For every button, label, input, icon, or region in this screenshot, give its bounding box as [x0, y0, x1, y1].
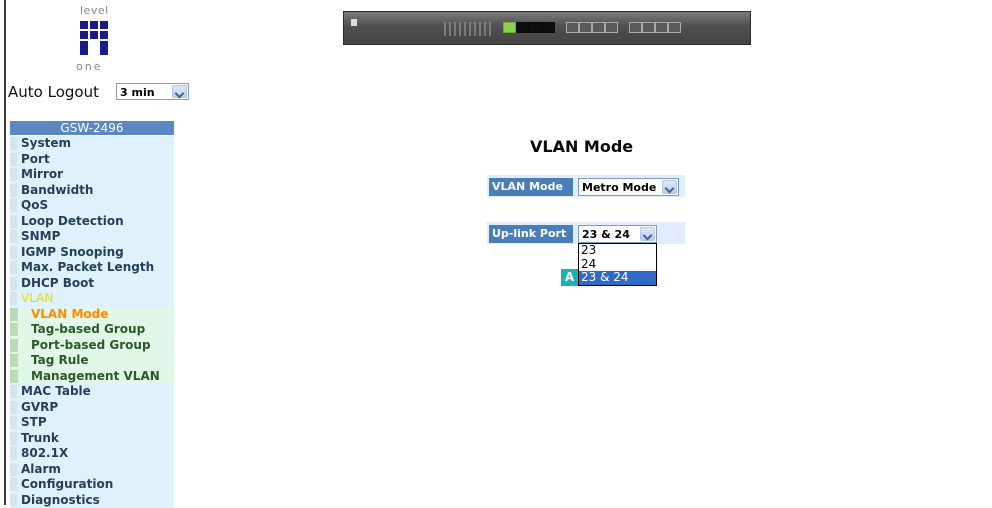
menu-item-stp[interactable]: STP — [10, 415, 174, 431]
panel-port-icon — [592, 22, 605, 33]
panel-logo-icon — [351, 19, 357, 26]
submenu-item-management-vlan[interactable]: Management VLAN — [10, 369, 174, 385]
auto-logout-select[interactable]: 3 min — [116, 83, 189, 100]
uplink-port-label: Up-link Port — [489, 225, 573, 243]
auto-logout-value: 3 min — [120, 86, 155, 99]
apply-button[interactable]: A — [561, 269, 578, 286]
levelone-logo: level one — [66, 4, 126, 74]
panel-port-icon — [655, 22, 668, 33]
submenu-item-tag-based-group[interactable]: Tag-based Group — [10, 322, 174, 338]
menu-item-dhcp-boot[interactable]: DHCP Boot — [10, 276, 174, 292]
submenu-item-port-based-group[interactable]: Port-based Group — [10, 338, 174, 354]
panel-port-icon — [642, 22, 655, 33]
panel-port-icon — [579, 22, 592, 33]
chevron-down-icon[interactable] — [662, 180, 677, 194]
dropdown-option[interactable]: 24 — [579, 258, 656, 272]
panel-port-icon — [503, 22, 516, 33]
sidebar-menu: GSW-2496 System Port Mirror Bandwidth Qo… — [10, 121, 174, 508]
menu-item-port[interactable]: Port — [10, 152, 174, 168]
menu-item-igmp-snooping[interactable]: IGMP Snooping — [10, 245, 174, 261]
logo-top-text: level — [80, 4, 109, 17]
dropdown-option-selected[interactable]: 23 & 24 — [579, 271, 656, 285]
menu-item-alarm[interactable]: Alarm — [10, 462, 174, 478]
menu-item-diagnostics[interactable]: Diagnostics — [10, 493, 174, 508]
auto-logout-label: Auto Logout — [8, 83, 99, 101]
menu-item-bandwidth[interactable]: Bandwidth — [10, 183, 174, 199]
panel-port-icon — [542, 22, 555, 33]
menu-item-gvrp[interactable]: GVRP — [10, 400, 174, 416]
uplink-port-select[interactable]: 23 & 24 — [578, 225, 657, 243]
menu-title: GSW-2496 — [10, 121, 174, 136]
menu-item-system[interactable]: System — [10, 136, 174, 152]
menu-item-loop-detection[interactable]: Loop Detection — [10, 214, 174, 230]
sidebar-border — [4, 0, 6, 505]
panel-led-grid — [444, 22, 494, 36]
uplink-port-dropdown-list[interactable]: 23 24 23 & 24 — [578, 243, 657, 286]
chevron-down-icon[interactable] — [172, 85, 187, 98]
vlan-mode-select[interactable]: Metro Mode — [578, 178, 679, 196]
logo-bottom-text: one — [76, 60, 102, 73]
panel-port-icon — [516, 22, 529, 33]
menu-item-qos[interactable]: QoS — [10, 198, 174, 214]
uplink-port-value: 23 & 24 — [582, 228, 630, 241]
menu-item-configuration[interactable]: Configuration — [10, 477, 174, 493]
page-title: VLAN Mode — [530, 137, 633, 156]
panel-port-icon — [566, 22, 579, 33]
chevron-down-icon[interactable] — [640, 227, 655, 241]
menu-item-max-packet-length[interactable]: Max. Packet Length — [10, 260, 174, 276]
dropdown-option[interactable]: 23 — [579, 244, 656, 258]
logo-mark-icon — [80, 21, 108, 55]
menu-item-mac-table[interactable]: MAC Table — [10, 384, 174, 400]
menu-item-snmp[interactable]: SNMP — [10, 229, 174, 245]
menu-item-trunk[interactable]: Trunk — [10, 431, 174, 447]
menu-item-mirror[interactable]: Mirror — [10, 167, 174, 183]
menu-item-8021x[interactable]: 802.1X — [10, 446, 174, 462]
switch-front-panel-image — [343, 11, 751, 45]
panel-port-icon — [629, 22, 642, 33]
panel-port-icon — [605, 22, 618, 33]
panel-port-icon — [529, 22, 542, 33]
submenu-item-tag-rule[interactable]: Tag Rule — [10, 353, 174, 369]
menu-item-vlan[interactable]: VLAN — [10, 291, 174, 307]
panel-port-icon — [668, 22, 681, 33]
vlan-mode-value: Metro Mode — [582, 181, 656, 194]
vlan-mode-label: VLAN Mode — [489, 178, 573, 196]
submenu-item-vlan-mode[interactable]: VLAN Mode — [10, 307, 174, 323]
